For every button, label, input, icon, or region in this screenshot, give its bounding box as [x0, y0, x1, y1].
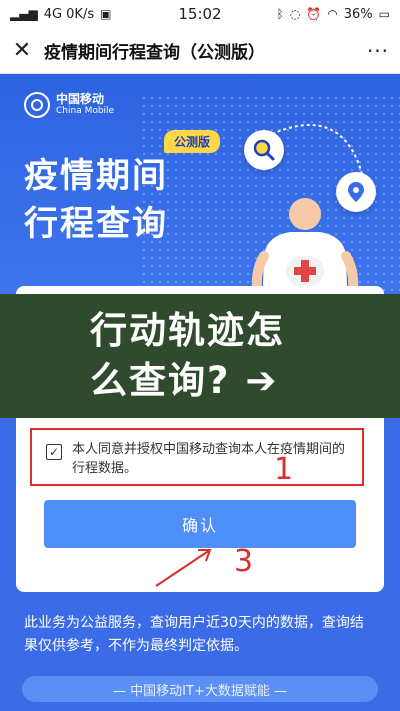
- beta-badge: 公测版: [164, 130, 221, 153]
- battery-level: 36%: [343, 6, 373, 22]
- annotation-marker-3: 3: [234, 544, 254, 579]
- wifi-icon: ◠: [327, 7, 338, 21]
- logo-en: China Mobile: [56, 105, 115, 116]
- sim-icon: ▣: [100, 7, 112, 21]
- network-status: 4G 0K/s: [43, 6, 95, 22]
- overlay-line1: 行动轨迹怎: [90, 309, 285, 352]
- headline-line2: 行程查询: [24, 204, 168, 244]
- alarm-icon: ⏰: [306, 7, 322, 21]
- service-note: 此业务为公益服务，查询用户近30天内的数据，查询结果仅供参考，不作为最终判定依据…: [24, 615, 364, 654]
- more-dots-icon[interactable]: ···: [356, 39, 400, 63]
- china-mobile-logo: 中国移动 China Mobile: [24, 92, 114, 118]
- status-bar: ▂▄▆ 4G 0K/s ▣ 15:02 ᛒ ◌ ⏰ ◠ 36% ▭: [0, 0, 400, 28]
- status-right: ᛒ ◌ ⏰ ◠ 36% ▭: [277, 7, 390, 22]
- signal-icon: ▂▄▆: [10, 7, 38, 21]
- bluetooth-icon: ᛒ: [276, 7, 284, 21]
- logo-mark-icon: [24, 92, 50, 118]
- nav-bar: ✕ 疫情期间行程查询（公测版） ···: [0, 28, 400, 74]
- mute-icon: ◌: [289, 7, 301, 21]
- logo-cn: 中国移动: [56, 92, 105, 107]
- banner-headline: 疫情期间 行程查询: [24, 152, 168, 248]
- hero-banner: 中国移动 China Mobile 公测版 疫情期间 行程查询: [0, 74, 400, 314]
- overlay-line2: 么查询? ➔: [90, 359, 279, 402]
- annotation-arrow: [155, 549, 212, 587]
- consent-text: 本人同意并授权中国移动查询本人在疫情期间的行程数据。: [72, 442, 346, 476]
- close-icon[interactable]: ✕: [0, 38, 44, 63]
- title-overlay: 行动轨迹怎 么查询? ➔: [0, 294, 400, 418]
- consent-checkbox[interactable]: ✓: [46, 444, 62, 460]
- battery-icon: ▭: [378, 7, 390, 21]
- headline-line1: 疫情期间: [24, 156, 168, 196]
- powered-by-banner: — 中国移动IT+大数据赋能 —: [22, 676, 378, 702]
- page-title: 疫情期间行程查询（公测版）: [44, 43, 265, 63]
- magnifier-icon: [244, 130, 284, 170]
- annotation-marker-1: 1: [274, 452, 294, 487]
- status-left: ▂▄▆ 4G 0K/s ▣: [10, 7, 111, 22]
- confirm-button[interactable]: 确认: [44, 500, 356, 548]
